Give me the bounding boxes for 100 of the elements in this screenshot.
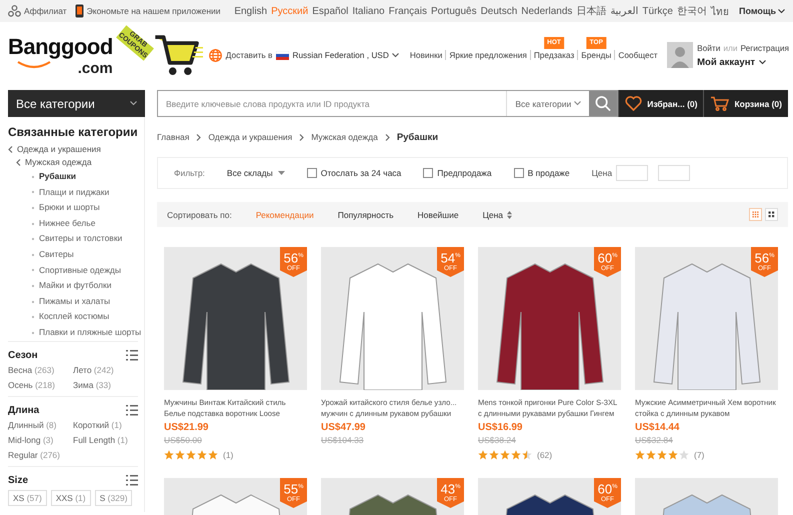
filter-option[interactable]: XXS (1) — [50, 490, 91, 506]
sort-option[interactable]: Новейшие — [418, 210, 459, 220]
old-price: US$32.84 — [635, 435, 674, 445]
grid-icon — [768, 210, 776, 218]
star-icon — [522, 450, 532, 460]
star-icon — [679, 450, 689, 460]
nav-link[interactable]: Новинки — [406, 50, 446, 60]
nav-link[interactable]: Сообщест — [614, 50, 661, 60]
price-min-field[interactable] — [616, 165, 648, 181]
category-link[interactable]: Плащи и пиджаки — [24, 184, 144, 200]
filter-option[interactable]: Зима (33) — [73, 380, 138, 390]
caret-icon — [278, 171, 285, 175]
language-link[interactable]: 日本語 — [576, 4, 606, 18]
checkbox[interactable] — [514, 168, 524, 178]
star-icon — [186, 450, 196, 460]
filter-option[interactable]: Full Length (1) — [73, 434, 138, 445]
review-count: (1) — [223, 450, 234, 460]
sort-option[interactable]: Цена — [482, 210, 512, 220]
language-link[interactable]: العربية — [610, 5, 638, 17]
star-icon — [646, 450, 656, 460]
help-menu[interactable]: Помощь — [738, 6, 785, 16]
flag-icon — [276, 50, 290, 60]
category-link[interactable]: Брюки и шорты — [24, 200, 144, 216]
checkbox[interactable] — [423, 168, 434, 178]
category-link[interactable]: Майки и футболки — [24, 278, 144, 294]
language-link[interactable]: ไทย — [710, 4, 729, 18]
old-price: US$104.33 — [321, 435, 365, 445]
grid-icon — [752, 210, 760, 218]
category-link[interactable]: Спортивные одежды — [24, 262, 144, 278]
filter-option[interactable]: Длинный (8) — [8, 420, 73, 430]
search-button[interactable] — [589, 91, 618, 116]
category-link[interactable]: Рубашки — [24, 169, 144, 185]
category-link[interactable]: Свитеры и толстовки — [24, 231, 144, 247]
category-link[interactable]: Нижнее белье — [24, 216, 144, 232]
chevron-icon — [299, 134, 304, 140]
caret-icon — [392, 52, 399, 58]
language-link[interactable]: Türkçe — [642, 6, 673, 16]
breadcrumb-link[interactable]: Мужская одежда — [311, 132, 378, 142]
search-field[interactable]: Введите ключевые слова продукта или ID продукта Все категории — [157, 90, 618, 117]
filter-option[interactable]: Весна (263) — [8, 364, 73, 375]
star-icon — [175, 450, 185, 460]
language-link[interactable]: Español — [312, 6, 348, 16]
category-link[interactable]: Пижамы и халаты — [24, 294, 144, 310]
language-link[interactable]: English — [234, 6, 268, 16]
register-link[interactable]: Регистрация — [740, 42, 789, 52]
price-max-field[interactable] — [658, 165, 690, 181]
filter-option[interactable]: Лето (242) — [73, 364, 138, 375]
filter-option[interactable]: Осень (218) — [8, 380, 73, 390]
destination-selector[interactable]: Russian Federation , USD — [276, 50, 399, 60]
price-label: Цена — [592, 168, 612, 178]
breadcrumb-link[interactable]: Одежда и украшения — [208, 132, 292, 142]
login-link[interactable]: Войти — [697, 42, 720, 52]
checkbox-label: Отослать за 24 часа — [320, 168, 402, 178]
category-link[interactable]: Плавки и пляжные шорты — [24, 324, 144, 341]
ship-to-label: Доставить в — [226, 50, 272, 60]
language-link[interactable]: Deutsch — [480, 6, 518, 16]
star-icon — [668, 450, 678, 460]
list-icon — [126, 474, 138, 486]
caret-icon — [778, 8, 785, 14]
category-link[interactable]: Одежда и украшения — [8, 143, 144, 156]
language-link[interactable]: Nederlands — [521, 6, 572, 16]
logo-wordmark: Banggood — [8, 33, 113, 61]
filter-option[interactable]: XS (57) — [8, 490, 47, 506]
account-menu[interactable]: Мой аккаунт — [697, 56, 789, 68]
star-icon — [657, 450, 667, 460]
star-icon — [635, 450, 645, 460]
price: US$14.44 — [635, 422, 680, 433]
categories-dropdown[interactable]: Все категории — [8, 90, 145, 117]
cart-button[interactable]: Корзина (0) — [703, 90, 788, 117]
logo-domain: .com — [78, 61, 113, 77]
view-toggle[interactable] — [765, 208, 778, 221]
list-icon — [126, 350, 138, 361]
warehouse-dropdown[interactable]: Все склады — [226, 168, 285, 178]
avatar-icon — [667, 42, 694, 68]
wishlist-button[interactable]: Избран... (0) — [618, 90, 704, 117]
affiliate-link[interactable]: Аффилиат — [8, 5, 67, 17]
checkbox-label: Предпродажа — [437, 168, 492, 178]
filter-option[interactable]: S (329) — [94, 490, 132, 506]
search-icon — [595, 95, 612, 112]
language-link[interactable]: Italiano — [352, 6, 385, 16]
filter-option[interactable]: Mid-long (3) — [8, 434, 73, 445]
language-link[interactable]: 한국어 — [676, 4, 707, 18]
language-link[interactable]: Français — [388, 6, 427, 16]
app-promo-link[interactable]: Экономьте на нашем приложении — [74, 4, 221, 18]
category-link[interactable]: Косплей костюмы — [24, 309, 144, 325]
filter-title: Сезон — [8, 350, 38, 361]
nav-link[interactable]: Яркие предложения — [445, 50, 530, 60]
cart-icon — [710, 96, 730, 111]
breadcrumb-link[interactable]: Главная — [157, 132, 190, 142]
category-link[interactable]: Мужская одежда — [16, 156, 144, 169]
category-link[interactable]: Свитеры — [24, 246, 144, 263]
sort-option[interactable]: Популярность — [338, 210, 394, 220]
filter-option[interactable]: Regular (276) — [8, 450, 73, 460]
old-price: US$50.00 — [164, 435, 203, 445]
filter-option[interactable]: Короткий (1) — [73, 420, 138, 430]
filter-title: Size — [8, 474, 28, 486]
checkbox[interactable] — [306, 168, 317, 178]
view-toggle[interactable] — [749, 208, 762, 221]
language-link[interactable]: Português — [430, 6, 477, 16]
review-count: (62) — [537, 450, 552, 460]
